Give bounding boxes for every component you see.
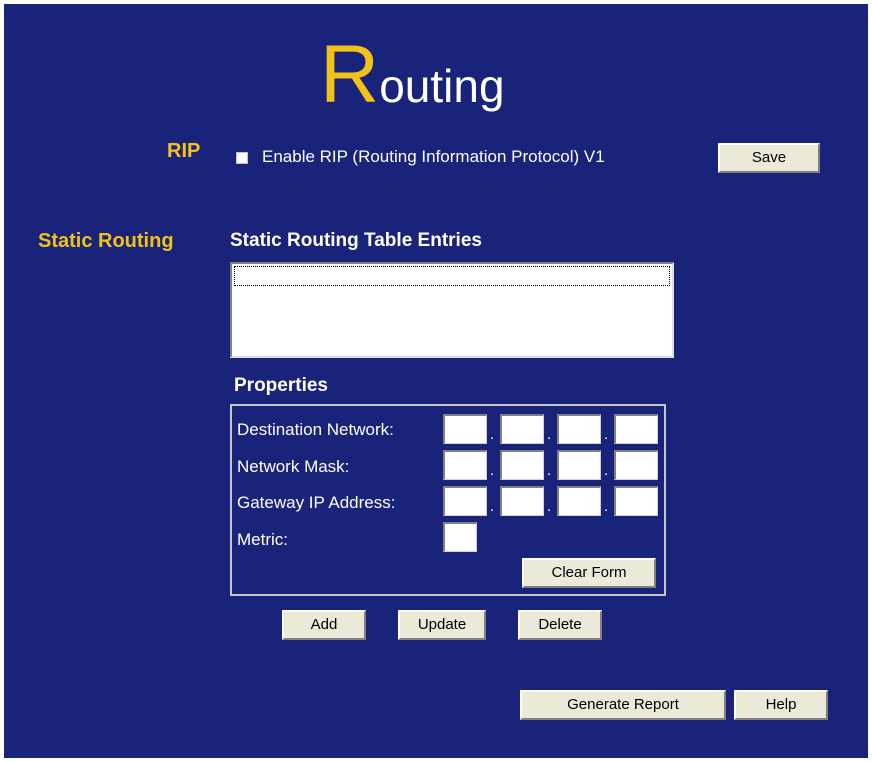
static-routing-section-label: Static Routing bbox=[38, 230, 174, 252]
gateway-octet-2-input[interactable] bbox=[500, 486, 544, 516]
mask-octet-3-input[interactable] bbox=[557, 450, 601, 480]
mask-octet-4-input[interactable] bbox=[614, 450, 658, 480]
destination-network-label: Destination Network: bbox=[237, 420, 394, 439]
page-title-rest: outing bbox=[379, 60, 505, 112]
octet-separator: . bbox=[490, 462, 495, 479]
delete-button[interactable]: Delete bbox=[518, 610, 602, 640]
network-mask-label: Network Mask: bbox=[237, 457, 350, 476]
routing-page: Routing RIP Enable RIP (Routing Informat… bbox=[4, 4, 868, 758]
octet-separator: . bbox=[547, 426, 552, 443]
destination-octet-1-input[interactable] bbox=[443, 414, 487, 444]
enable-rip-label: Enable RIP (Routing Information Protocol… bbox=[262, 147, 605, 166]
add-button[interactable]: Add bbox=[282, 610, 366, 640]
mask-octet-1-input[interactable] bbox=[443, 450, 487, 480]
octet-separator: . bbox=[547, 462, 552, 479]
routing-table-listbox[interactable] bbox=[230, 262, 674, 358]
metric-label: Metric: bbox=[237, 530, 288, 549]
destination-octet-2-input[interactable] bbox=[500, 414, 544, 444]
clear-form-button[interactable]: Clear Form bbox=[522, 558, 656, 588]
generate-report-button[interactable]: Generate Report bbox=[520, 690, 726, 720]
page-title: Routing bbox=[320, 30, 505, 120]
gateway-ip-label: Gateway IP Address: bbox=[237, 493, 396, 512]
octet-separator: . bbox=[604, 426, 609, 443]
properties-heading: Properties bbox=[234, 375, 328, 396]
metric-input[interactable] bbox=[443, 522, 477, 552]
gateway-octet-4-input[interactable] bbox=[614, 486, 658, 516]
gateway-octet-3-input[interactable] bbox=[557, 486, 601, 516]
octet-separator: . bbox=[604, 462, 609, 479]
destination-octet-4-input[interactable] bbox=[614, 414, 658, 444]
listbox-focus-row[interactable] bbox=[234, 266, 670, 286]
octet-separator: . bbox=[604, 498, 609, 515]
rip-section-label: RIP bbox=[167, 140, 201, 162]
page-title-initial: R bbox=[320, 29, 380, 120]
mask-octet-2-input[interactable] bbox=[500, 450, 544, 480]
update-button[interactable]: Update bbox=[398, 610, 486, 640]
help-button[interactable]: Help bbox=[734, 690, 828, 720]
octet-separator: . bbox=[490, 498, 495, 515]
enable-rip-checkbox[interactable] bbox=[236, 152, 248, 164]
routing-table-heading: Static Routing Table Entries bbox=[230, 230, 482, 251]
octet-separator: . bbox=[490, 426, 495, 443]
octet-separator: . bbox=[547, 498, 552, 515]
gateway-octet-1-input[interactable] bbox=[443, 486, 487, 516]
save-button[interactable]: Save bbox=[718, 143, 820, 173]
destination-octet-3-input[interactable] bbox=[557, 414, 601, 444]
